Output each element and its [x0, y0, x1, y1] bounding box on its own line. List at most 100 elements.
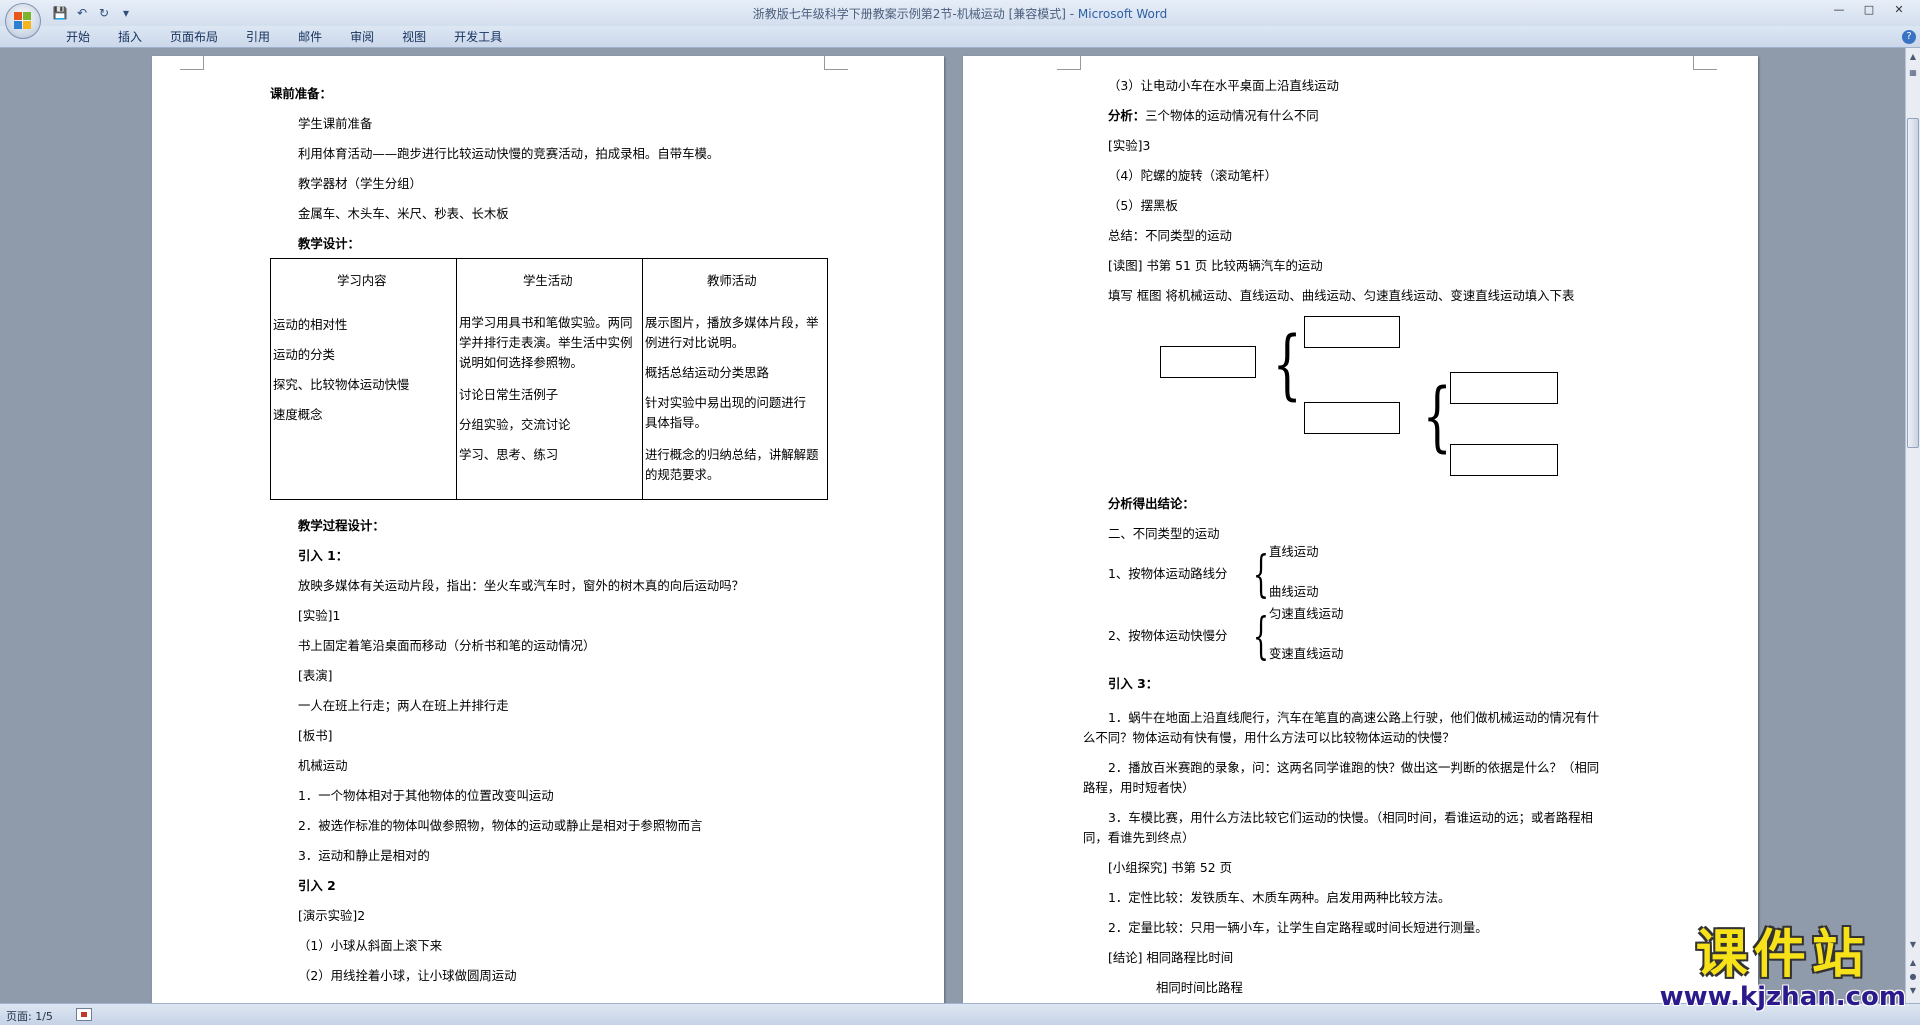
table-cell: 例进行对比说明。	[645, 335, 745, 350]
title-bar: 💾 ↶ ↻ ▾ 浙教版七年级科学下册教案示例第2节-机械运动 [兼容模式] - …	[0, 0, 1920, 26]
table-cell: 概括总结运动分类思路	[645, 365, 769, 380]
analysis-text: 三个物体的运动情况有什么不同	[1145, 108, 1319, 123]
crop-mark	[1693, 56, 1717, 70]
body-line: （3）让电动小车在水平桌面上沿直线运动	[1108, 78, 1339, 93]
tab-insert[interactable]: 插入	[104, 29, 156, 45]
site-watermark: 课件站 www.kjzhan.com	[1660, 927, 1906, 1011]
body-line: [表演]	[298, 668, 333, 683]
prep-line: 利用体育活动——跑步进行比较运动快慢的竞赛活动，拍成录相。自带车模。	[298, 146, 720, 161]
vertical-scrollbar[interactable]: ▲ ▦ ▼ ▲ ● ▼	[1905, 48, 1920, 1003]
analysis-line: 分析：三个物体的运动情况有什么不同	[1108, 108, 1319, 124]
help-icon[interactable]: ?	[1902, 30, 1916, 44]
table-header: 教师活动	[707, 273, 757, 288]
body-line: （2）用线拴着小球，让小球做圆周运动	[298, 968, 517, 983]
tab-home[interactable]: 开始	[52, 29, 104, 45]
page-right[interactable]: （3）让电动小车在水平桌面上沿直线运动 分析：三个物体的运动情况有什么不同 [实…	[963, 56, 1758, 1003]
body-line: [小组探究] 书第 52 页	[1108, 860, 1232, 875]
document-workspace: 课前准备： 学生课前准备 利用体育活动——跑步进行比较运动快慢的竞赛活动，拍成录…	[0, 48, 1905, 1003]
table-cell: 展示图片，播放多媒体片段，举	[645, 315, 819, 330]
class-item: 匀速直线运动	[1269, 606, 1344, 621]
maximize-icon[interactable]: □	[1854, 0, 1884, 20]
body-line: （4）陀螺的旋转（滚动笔杆）	[1108, 168, 1277, 183]
class-item: 曲线运动	[1269, 584, 1319, 599]
office-button[interactable]	[5, 3, 41, 39]
diagram-brace: {	[1422, 371, 1452, 460]
app-name: Microsoft Word	[1077, 7, 1168, 21]
tab-view[interactable]: 视图	[388, 29, 440, 45]
body-line: 书上固定着笔沿桌面而移动（分析书和笔的运动情况）	[298, 638, 596, 653]
body-line: 1．定性比较：发铁质车、木质车两种。启发用两种比较方法。	[1108, 890, 1451, 905]
diagram-brace: {	[1272, 319, 1302, 408]
table-cell: 进行概念的归纳总结，讲解解题	[645, 447, 819, 462]
table-cell: 学并排行走表演。举生活中实例	[459, 335, 633, 350]
page-count-status[interactable]: 页面: 1/5	[6, 1008, 53, 1024]
design-heading: 教学设计：	[298, 236, 360, 251]
body-line: 2．被选作标准的物体叫做参照物，物体的运动或静止是相对于参照物而言	[298, 818, 703, 833]
diagram-box	[1304, 316, 1400, 348]
intro-heading: 引入 3：	[1108, 676, 1159, 691]
table-cell: 分组实验，交流讨论	[459, 417, 571, 432]
class-brace: {	[1252, 545, 1269, 603]
analysis-label: 分析：	[1108, 108, 1146, 123]
tab-page-layout[interactable]: 页面布局	[156, 29, 232, 45]
body-line: 引入 2	[298, 878, 336, 893]
body-line: 机械运动	[298, 758, 348, 773]
next-page-icon[interactable]: ▼	[1907, 984, 1919, 998]
tab-developer[interactable]: 开发工具	[440, 29, 516, 45]
paragraph-line: 路程，用时短者快）	[1083, 780, 1195, 795]
table-cell: 运动的相对性	[273, 317, 348, 332]
table-cell: 学习、思考、练习	[459, 447, 559, 462]
body-line: [读图] 书第 51 页 比较两辆汽车的运动	[1108, 258, 1323, 273]
crop-mark	[1057, 56, 1081, 70]
body-line: 3．运动和静止是相对的	[298, 848, 430, 863]
proofing-icon[interactable]	[76, 1008, 92, 1021]
body-line: 1．一个物体相对于其他物体的位置改变叫运动	[298, 788, 554, 803]
table-cell: 讨论日常生活例子	[459, 387, 559, 402]
scroll-down-icon[interactable]: ▼	[1907, 938, 1919, 952]
title-separator: -	[1065, 7, 1078, 21]
table-cell: 具体指导。	[645, 415, 707, 430]
body-line: （5）摆黑板	[1108, 198, 1178, 213]
body-line: （1）小球从斜面上滚下来	[298, 938, 443, 953]
tab-mailings[interactable]: 邮件	[284, 29, 336, 45]
table-header: 学生活动	[523, 273, 573, 288]
tab-review[interactable]: 审阅	[336, 29, 388, 45]
scroll-up-icon[interactable]: ▲	[1907, 50, 1919, 64]
body-line: 填写 框图 将机械运动、直线运动、曲线运动、匀速直线运动、变速直线运动填入下表	[1108, 288, 1575, 303]
close-icon[interactable]: ✕	[1884, 0, 1914, 20]
scroll-thumb[interactable]	[1907, 118, 1919, 448]
paragraph-line: 3．车模比赛，用什么方法比较它们运动的快慢。（相同时间，看谁运动的远；或者路程相	[1108, 810, 1593, 825]
table-cell: 用学习用具书和笔做实验。两同	[459, 315, 633, 330]
body-line: [实验]1	[298, 608, 341, 623]
body-line: 2．定量比较：只用一辆小车，让学生自定路程或时间长短进行测量。	[1108, 920, 1488, 935]
table-column	[457, 259, 643, 499]
body-line: [实验]3	[1108, 138, 1151, 153]
body-line: 总结：不同类型的运动	[1108, 228, 1232, 243]
window-controls: — □ ✕	[1824, 0, 1914, 20]
table-cell: 的规范要求。	[645, 467, 720, 482]
prep-heading: 课前准备：	[270, 86, 332, 101]
browse-object-icon[interactable]: ●	[1907, 970, 1919, 984]
ribbon: 开始 插入 页面布局 引用 邮件 审阅 视图 开发工具 ?	[0, 26, 1920, 48]
lesson-table: 学习内容 学生活动 教师活动 运动的相对性 运动的分类 探究、比较物体运动快慢 …	[270, 258, 828, 500]
ruler-toggle-icon[interactable]: ▦	[1907, 66, 1919, 80]
table-cell: 针对实验中易出现的问题进行	[645, 395, 807, 410]
prev-page-icon[interactable]: ▲	[1907, 956, 1919, 970]
office-logo-icon	[14, 12, 32, 30]
document-title: 浙教版七年级科学下册教案示例第2节-机械运动 [兼容模式]	[752, 7, 1066, 21]
paragraph-line: 2．播放百米赛跑的录象，问：这两名同学谁跑的快？做出这一判断的依据是什么？（相同	[1108, 760, 1600, 775]
tab-references[interactable]: 引用	[232, 29, 284, 45]
table-cell: 运动的分类	[273, 347, 335, 362]
paragraph-line: 么不同？物体运动有快有慢，用什么方法可以比较物体运动的快慢？	[1083, 730, 1455, 745]
table-cell: 说明如何选择参照物。	[459, 355, 583, 370]
prep-line: 学生课前准备	[298, 116, 373, 131]
minimize-icon[interactable]: —	[1824, 0, 1854, 20]
body-line: [结论] 相同路程比时间	[1108, 950, 1234, 965]
class-item: 变速直线运动	[1269, 646, 1344, 661]
page-left[interactable]: 课前准备： 学生课前准备 利用体育活动——跑步进行比较运动快慢的竞赛活动，拍成录…	[152, 56, 944, 1003]
status-bar: 页面: 1/5	[0, 1003, 1920, 1025]
diagram-box	[1450, 372, 1558, 404]
body-line: [板书]	[298, 728, 333, 743]
class-label: 2、按物体运动快慢分	[1108, 628, 1228, 643]
body-line: 引入 1：	[298, 548, 349, 563]
